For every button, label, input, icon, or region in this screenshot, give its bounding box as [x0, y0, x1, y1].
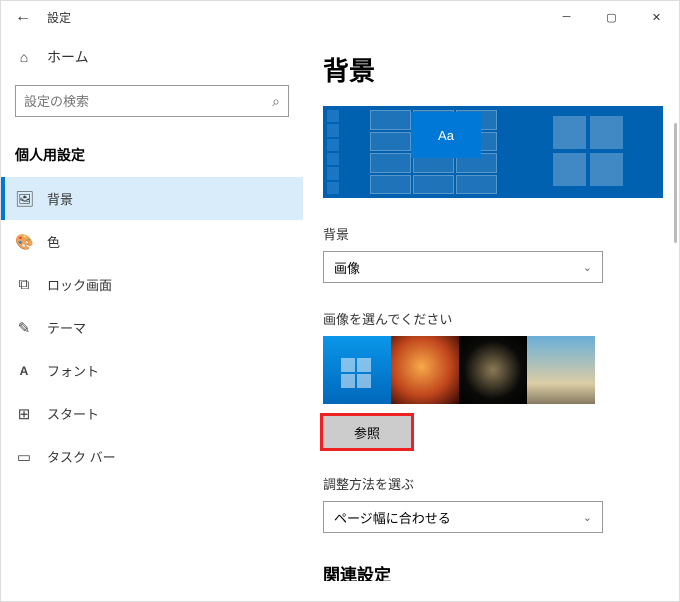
sidebar-item-start[interactable]: ⊞ スタート — [15, 392, 303, 435]
dropdown-value: ページ幅に合わせる — [334, 508, 451, 527]
picture-icon: 🖼 — [15, 190, 33, 208]
sidebar-item-taskbar[interactable]: ▭ タスク バー — [15, 435, 303, 478]
sidebar-item-fonts[interactable]: A フォント — [15, 349, 303, 392]
search-box[interactable]: ⌕ — [15, 85, 289, 117]
background-label: 背景 — [323, 224, 679, 243]
preview-Aa: Aa — [411, 112, 481, 158]
thumb-beach[interactable] — [527, 336, 595, 404]
fit-dropdown[interactable]: ページ幅に合わせる ⌄ — [323, 501, 603, 533]
home-label: ホーム — [47, 47, 89, 67]
sidebar-item-label: フォント — [47, 361, 99, 380]
page-heading: 背景 — [323, 51, 679, 88]
image-thumbnails — [323, 336, 679, 404]
start-icon: ⊞ — [15, 405, 33, 423]
section-title: 個人用設定 — [15, 145, 303, 165]
sidebar-item-label: スタート — [47, 404, 99, 423]
search-icon: ⌕ — [272, 93, 280, 110]
sidebar-item-label: 色 — [47, 232, 60, 251]
lock-screen-icon: ⧉ — [15, 276, 33, 293]
minimize-button[interactable]: ─ — [544, 1, 589, 33]
theme-icon: ✎ — [15, 319, 33, 337]
dropdown-value: 画像 — [334, 258, 360, 277]
thumb-lion-dark[interactable] — [459, 336, 527, 404]
sidebar-item-themes[interactable]: ✎ テーマ — [15, 306, 303, 349]
background-dropdown[interactable]: 画像 ⌄ — [323, 251, 603, 283]
sidebar-item-lockscreen[interactable]: ⧉ ロック画面 — [15, 263, 303, 306]
font-icon: A — [15, 364, 33, 378]
search-input[interactable] — [24, 94, 272, 109]
sidebar-item-label: 背景 — [47, 189, 73, 208]
home-link[interactable]: ⌂ ホーム — [15, 39, 303, 75]
background-preview: Aa — [323, 106, 663, 198]
sidebar-item-label: タスク バー — [47, 447, 116, 466]
maximize-button[interactable]: ▢ — [589, 1, 634, 33]
close-button[interactable]: ✕ — [634, 1, 679, 33]
taskbar-icon: ▭ — [15, 448, 33, 466]
related-settings-heading: 関連設定 — [323, 561, 679, 581]
choose-image-label: 画像を選んでください — [323, 309, 679, 328]
browse-button[interactable]: 参照 — [323, 416, 411, 448]
home-icon: ⌂ — [15, 49, 33, 65]
sidebar-item-colors[interactable]: 🎨 色 — [15, 220, 303, 263]
thumb-windows[interactable] — [323, 336, 391, 404]
back-button[interactable]: ← — [9, 8, 37, 26]
scrollbar[interactable] — [674, 123, 677, 243]
thumb-lion-red[interactable] — [391, 336, 459, 404]
palette-icon: 🎨 — [15, 233, 33, 251]
sidebar-item-label: テーマ — [47, 318, 86, 337]
chevron-down-icon: ⌄ — [583, 511, 592, 524]
window-title: 設定 — [47, 9, 71, 26]
sidebar-item-label: ロック画面 — [47, 275, 112, 294]
chevron-down-icon: ⌄ — [583, 261, 592, 274]
sidebar-item-background[interactable]: 🖼 背景 — [1, 177, 303, 220]
fit-label: 調整方法を選ぶ — [323, 474, 679, 493]
